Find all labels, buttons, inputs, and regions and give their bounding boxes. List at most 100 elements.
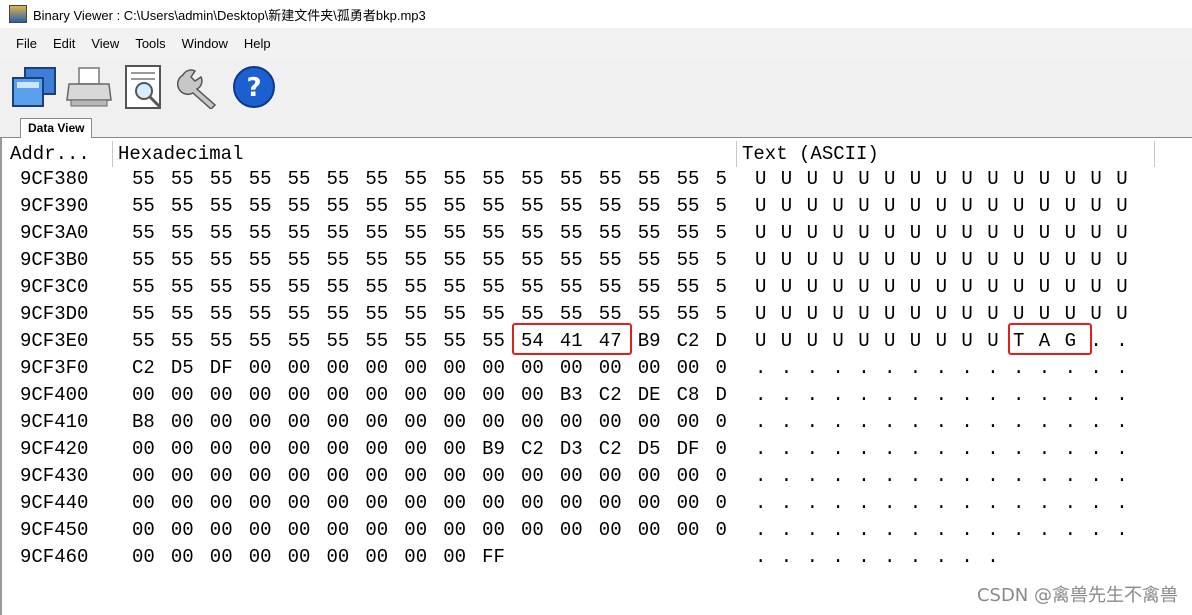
hex-byte-cell: 55 [482,195,505,217]
hex-byte-cell: 55 [637,222,661,244]
table-row[interactable]: 9CF460 00 00 00 00 00 00 00 00 00 FF.......... [2,544,1152,571]
ascii-char-cell: . [806,357,818,379]
table-row[interactable]: 9CF390 55 55 55 55 55 55 55 55 55 55 55 55 55 55 55 5 U U U… [2,193,1152,220]
ascii-char-cell: U [755,195,767,217]
ascii-char-cell: . [884,546,896,568]
hex-byte-cell: 00 [482,492,505,514]
settings-button[interactable] [175,63,223,111]
menu-help[interactable]: Help [236,36,279,51]
menu-window[interactable]: Window [174,36,236,51]
hex-byte-cell: 00 [521,519,544,541]
menu-view[interactable]: View [83,36,127,51]
table-row[interactable]: 9CF400 00 00 00 00 00 00 00 00 00 00 00 B3 C2 DE C8 D...… [2,382,1152,409]
hex-byte-cell: 00 [637,492,661,514]
ascii-char-cell: . [1090,519,1102,541]
print-button[interactable] [65,63,113,111]
ascii-char-cell: U [1090,276,1102,298]
hex-byte-cell: 55 [248,303,272,325]
table-row[interactable]: 9CF380 55 55 55 55 55 55 55 55 55 55 55 55 55 55 55 5 U U U… [2,166,1152,193]
hex-byte-cell: 55 [521,195,544,217]
ascii-char-cell: U [1038,168,1051,190]
table-row[interactable]: 9CF440 00 00 00 00 00 00 00 00 00 00 00 00 00 00 00 0...… [2,490,1152,517]
app-icon [9,5,27,23]
open-button[interactable] [10,63,58,111]
ascii-char-cell: U [1116,276,1128,298]
ascii-char-cell: . [1064,411,1076,433]
hex-byte-cell: 00 [326,411,350,433]
ascii-char-cell: U [961,168,973,190]
menu-tools[interactable]: Tools [127,36,173,51]
ascii-char-cell: . [858,465,870,487]
hex-byte-cell: 55 [521,276,544,298]
hex-byte-cell: 55 [443,168,466,190]
ascii-char-cell: U [1116,195,1128,217]
ascii-char-cell: . [780,357,793,379]
ascii-char-cell: U [858,276,870,298]
ascii-char-cell: U [884,195,896,217]
help-button[interactable]: ? [230,63,278,111]
ascii-char-cell: . [1090,411,1102,433]
table-row[interactable]: 9CF430 00 00 00 00 00 00 00 00 00 00 00 00 00 00 00 0...… [2,463,1152,490]
hex-byte-cell: 00 [521,492,544,514]
hex-byte-cell: 55 [287,168,311,190]
table-row[interactable]: 9CF3B0 55 55 55 55 55 55 55 55 55 55 55 55 55 55 55 5 U U U… [2,247,1152,274]
ascii-char-cell: U [1013,195,1025,217]
column-header-addr[interactable]: Addr... [10,142,90,166]
ascii-char-cell: . [1116,465,1128,487]
ascii-char-cell: U [909,195,922,217]
column-header-hex[interactable]: Hexadecimal [118,142,244,166]
ascii-char-cell: . [935,357,947,379]
hex-byte-cell: 00 [404,357,428,379]
ascii-char-cell: . [935,546,947,568]
tab-data-view[interactable]: Data View [20,118,93,139]
ascii-char-cell: U [987,222,999,244]
ascii-char-cell: U [780,222,793,244]
table-row[interactable]: 9CF3A0 55 55 55 55 55 55 55 55 55 55 55 55 55 55 55 5 U U U… [2,220,1152,247]
hex-byte-cell: 55 [482,330,505,352]
ascii-char-cell: . [832,438,844,460]
hex-byte-cell: 55 [170,168,194,190]
hex-byte-cell: B3 [559,384,583,406]
ascii-char-cell: . [884,492,896,514]
ascii-char-cell: . [884,438,896,460]
ascii-char-cell: U [884,168,896,190]
hex-byte-cell: 00 [559,411,583,433]
table-row[interactable]: 9CF450 00 00 00 00 00 00 00 00 00 00 00 00 00 00 00 0...… [2,517,1152,544]
ascii-char-cell: U [935,249,947,271]
ascii-char-cell: . [1038,357,1051,379]
tab-strip: Data View [0,116,1192,139]
ascii-char-cell: U [755,168,767,190]
hex-byte-cell: C8 [676,384,700,406]
hex-byte-cell: 55 [326,222,350,244]
menu-edit[interactable]: Edit [45,36,83,51]
hex-byte-cell: 0 [715,357,727,379]
ascii-char-cell: U [987,330,999,352]
ascii-char-cell: . [858,546,870,568]
ascii-char-cell: . [1064,384,1076,406]
hex-byte-cell: 00 [404,519,428,541]
hex-byte-cell: 00 [637,411,661,433]
ascii-char-cell: . [1038,384,1051,406]
ascii-char-cell: U [961,330,973,352]
table-row[interactable]: 9CF420 00 00 00 00 00 00 00 00 00 B9 C2 D3 C2 D5 DF 0...… [2,436,1152,463]
menu-file[interactable]: File [8,36,45,51]
highlight-ascii-tag [1008,323,1092,355]
hex-byte-cell: 00 [132,492,155,514]
ascii-char-cell: . [806,465,818,487]
open-icon [12,67,56,107]
ascii-char-cell: . [755,411,767,433]
table-row[interactable]: 9CF3C0 55 55 55 55 55 55 55 55 55 55 55 55 55 55 55 5 U U U… [2,274,1152,301]
ascii-char-cell: . [858,438,870,460]
ascii-char-cell: U [884,303,896,325]
hex-byte-cell: 55 [248,195,272,217]
ascii-char-cell: . [987,546,999,568]
hex-byte-cell: 00 [637,519,661,541]
table-row[interactable]: 9CF3F0 C2 D5 DF 00 00 00 00 00 00 00 00 00 00 00 00 0...… [2,355,1152,382]
table-row[interactable]: 9CF410 B8 00 00 00 00 00 00 00 00 00 00 00 00 00 00 0...… [2,409,1152,436]
column-header-text[interactable]: Text (ASCII) [742,142,879,166]
hex-byte-cell: 55 [443,249,466,271]
ascii-char-cell: U [1013,249,1025,271]
column-separator [736,141,737,167]
hex-byte-cell: D [715,384,727,406]
print-preview-button[interactable] [120,63,168,111]
